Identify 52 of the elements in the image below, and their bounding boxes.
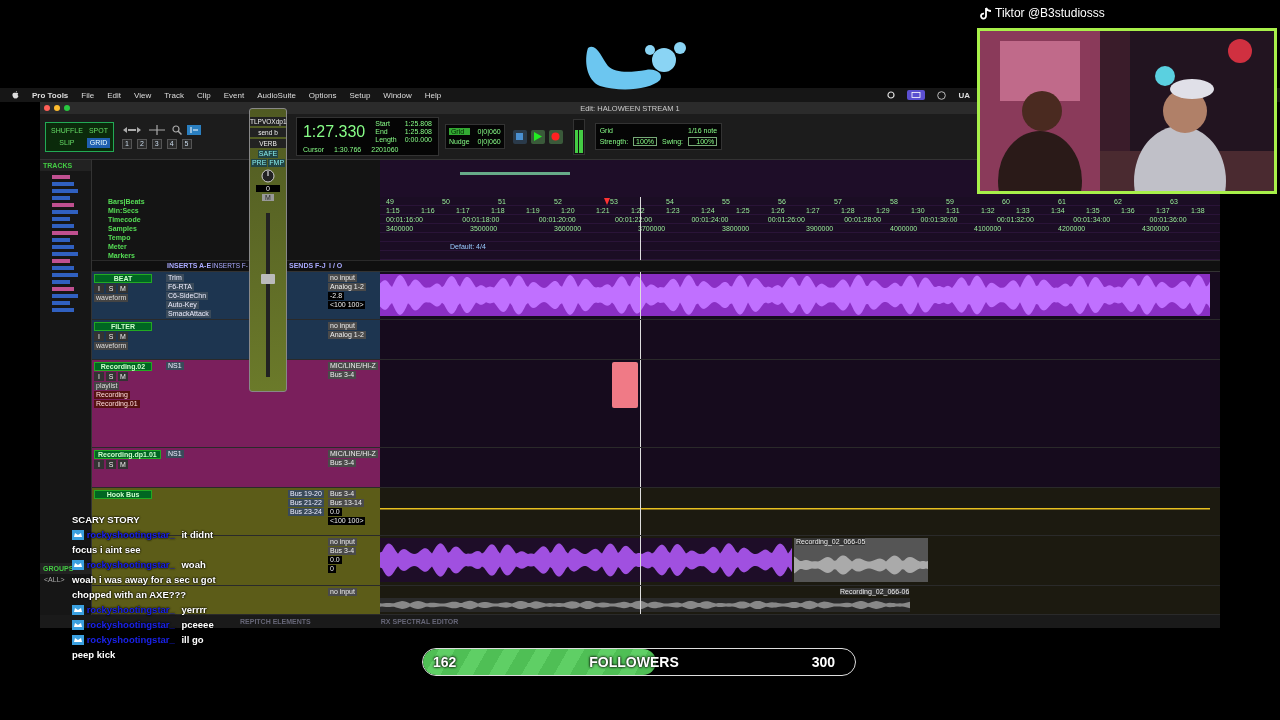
circle-icon[interactable] [937, 90, 947, 100]
menu-item[interactable]: Window [383, 90, 412, 100]
fader-handle[interactable] [261, 273, 275, 284]
audio-clip[interactable] [380, 273, 1210, 316]
audio-clip[interactable] [380, 597, 910, 612]
play-button[interactable] [530, 129, 545, 144]
stop-button[interactable] [512, 129, 527, 144]
audio-clip[interactable] [794, 538, 928, 582]
menu-item[interactable]: File [81, 90, 95, 100]
crown-icon [72, 530, 84, 541]
app-menu[interactable]: Pro Tools [32, 90, 69, 100]
menu-item[interactable]: Event [223, 90, 245, 100]
play-icon [531, 130, 545, 143]
audio-clip[interactable] [380, 538, 792, 582]
chat-message: SCARY STORY [72, 513, 141, 527]
menu-item[interactable]: AudioSuite [257, 90, 296, 100]
knob-icon[interactable] [261, 169, 275, 183]
crown-icon [72, 605, 84, 616]
apple-icon[interactable] [12, 91, 19, 99]
screen-icon[interactable] [907, 90, 926, 100]
search-icon[interactable] [171, 124, 182, 135]
selector-tool-icon[interactable] [186, 124, 201, 135]
circle-icon[interactable] [887, 91, 896, 99]
zoom-window-icon[interactable] [64, 105, 70, 111]
record-button[interactable] [548, 129, 563, 144]
chat-message: rockyshootingstar_ ill go peep kick [72, 633, 205, 662]
menu-item[interactable]: Setup [349, 90, 371, 100]
menu-item[interactable]: Edit [107, 90, 121, 100]
status-text[interactable]: UA [958, 90, 970, 100]
close-icon[interactable] [44, 105, 50, 111]
menu-item[interactable]: Clip [196, 90, 211, 100]
menu-item[interactable]: Help [424, 90, 442, 100]
crown-icon [72, 620, 84, 631]
menu-item[interactable]: Options [308, 90, 337, 100]
chat-message: rockyshootingstar_ woah woah i was away for a sec u got chopped with an AXE??? [72, 558, 217, 602]
chat-message: rockyshootingstar_ pceeee [72, 617, 224, 632]
level-meter [572, 118, 585, 155]
follower-count: 162 [433, 654, 457, 670]
music-note-icon [980, 6, 992, 20]
chat-message: rockyshootingstar_ yerrrr [72, 602, 224, 617]
playhead-marker[interactable] [604, 198, 610, 205]
crown-icon [72, 560, 84, 571]
social-handle: Tiktor @B3studiosss [995, 6, 1105, 20]
minimize-icon[interactable] [54, 105, 60, 111]
arrows-icon[interactable] [121, 124, 142, 135]
audio-clip[interactable] [612, 361, 638, 408]
menu-item[interactable]: Track [164, 90, 184, 100]
main-counter: 1:27.330 [302, 123, 366, 141]
crosshair-icon[interactable] [146, 124, 167, 135]
crown-icon [72, 635, 84, 646]
menu-item[interactable]: View [134, 90, 152, 100]
goal-count: 300 [811, 654, 835, 670]
